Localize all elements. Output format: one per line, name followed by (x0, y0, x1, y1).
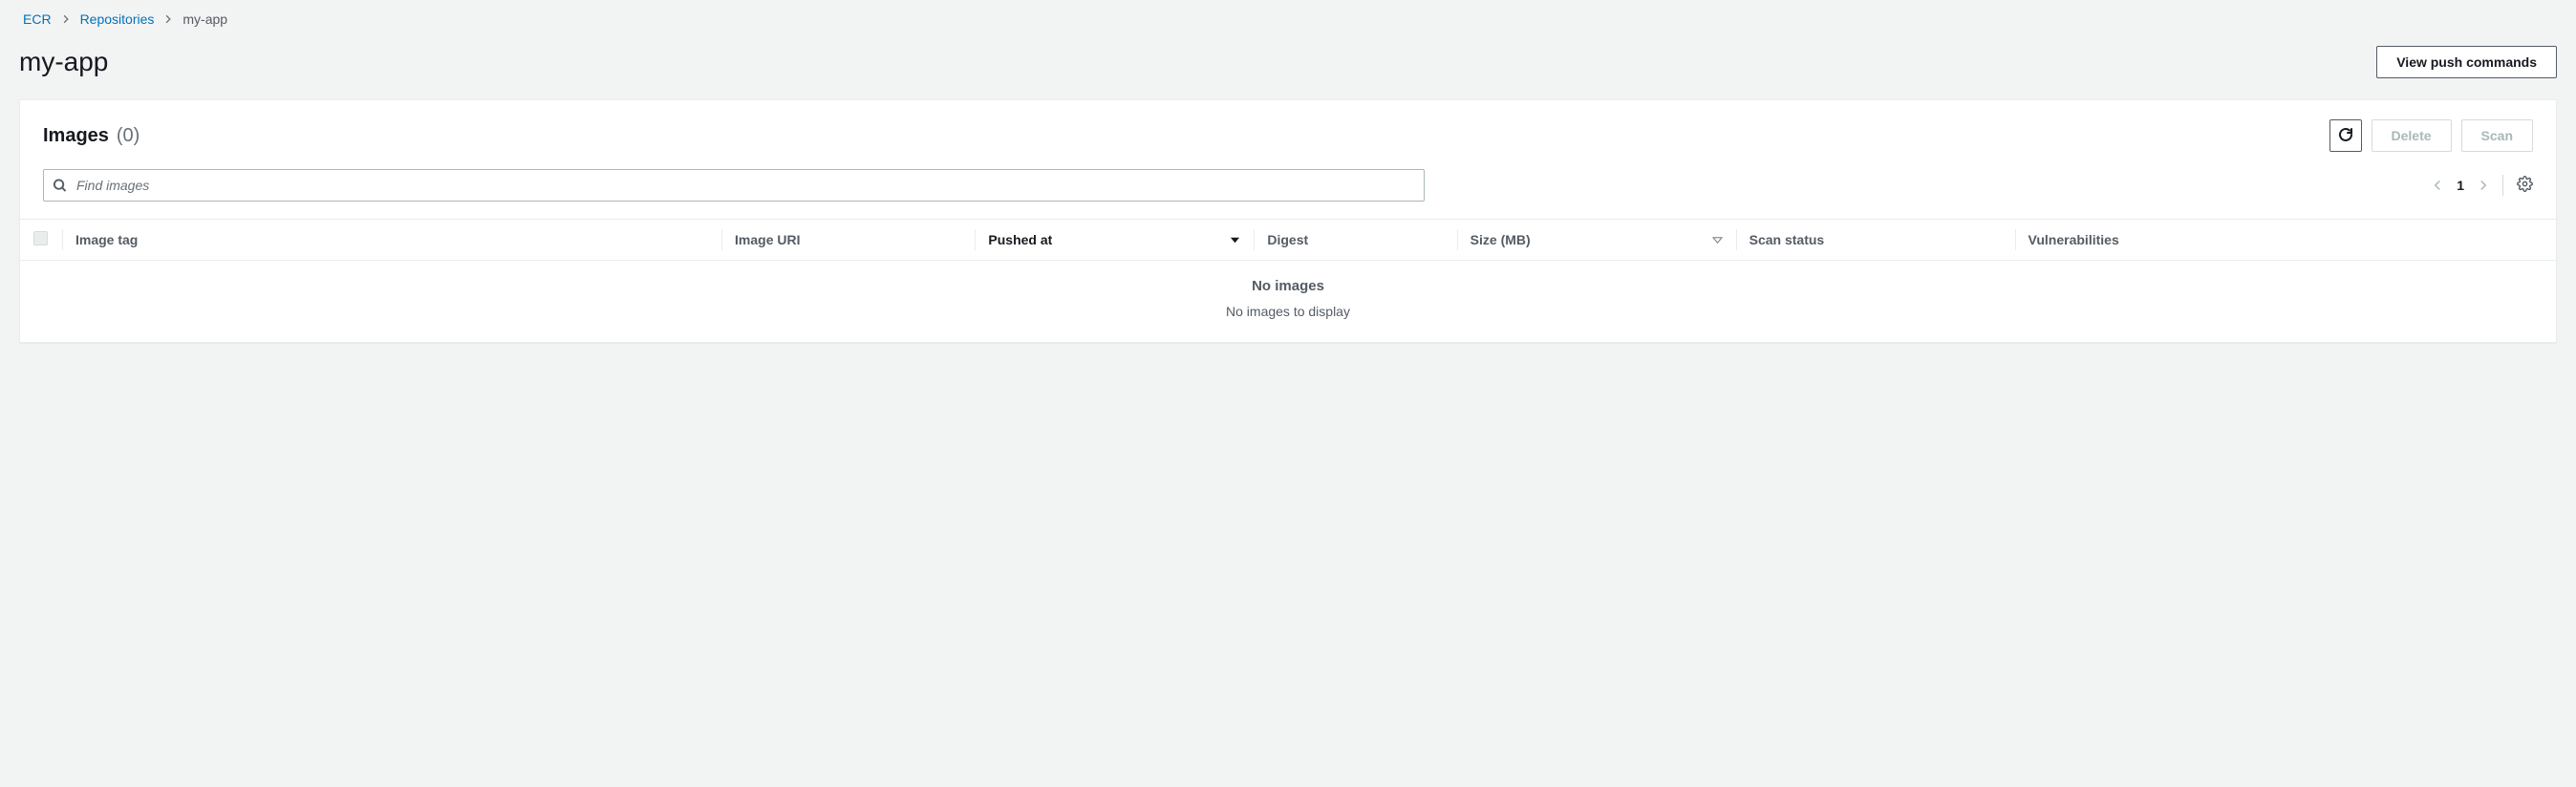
empty-subtitle: No images to display (20, 304, 2556, 319)
table-settings-button[interactable] (2517, 176, 2533, 195)
next-page-button (2478, 179, 2489, 192)
search-icon (53, 179, 67, 193)
refresh-button[interactable] (2329, 119, 2362, 152)
delete-button: Delete (2372, 119, 2452, 152)
col-vulnerabilities[interactable]: Vulnerabilities (2015, 220, 2556, 261)
refresh-icon (2338, 127, 2353, 145)
panel-count: (0) (117, 125, 140, 146)
empty-title: No images (20, 278, 2556, 294)
chevron-right-icon (61, 14, 71, 24)
sort-none-icon (1712, 235, 1723, 245)
select-all-checkbox (33, 231, 48, 245)
col-image-tag[interactable]: Image tag (62, 220, 721, 261)
panel-title: Images (43, 125, 109, 146)
pagination: 1 (2432, 175, 2533, 196)
col-scan-status[interactable]: Scan status (1736, 220, 2015, 261)
breadcrumb-current: my-app (182, 11, 227, 27)
scan-button: Scan (2461, 119, 2533, 152)
breadcrumb-link-ecr[interactable]: ECR (23, 11, 52, 27)
divider (2502, 175, 2503, 196)
col-digest[interactable]: Digest (1254, 220, 1456, 261)
sort-desc-icon (1230, 235, 1240, 245)
page-number: 1 (2457, 178, 2464, 193)
col-image-uri[interactable]: Image URI (721, 220, 975, 261)
images-table: Image tag Image URI Pushed at (20, 219, 2556, 342)
images-panel: Images (0) Delete Scan (19, 99, 2557, 343)
empty-state: No images No images to display (20, 261, 2556, 342)
view-push-commands-button[interactable]: View push commands (2376, 46, 2557, 78)
page-title: my-app (19, 47, 108, 77)
chevron-right-icon (163, 14, 173, 24)
col-pushed-at[interactable]: Pushed at (975, 220, 1254, 261)
search-input[interactable] (43, 169, 1425, 202)
gear-icon (2517, 176, 2533, 195)
prev-page-button (2432, 179, 2443, 192)
breadcrumb: ECR Repositories my-app (19, 11, 2557, 27)
col-size[interactable]: Size (MB) (1457, 220, 1736, 261)
breadcrumb-link-repositories[interactable]: Repositories (80, 11, 155, 27)
